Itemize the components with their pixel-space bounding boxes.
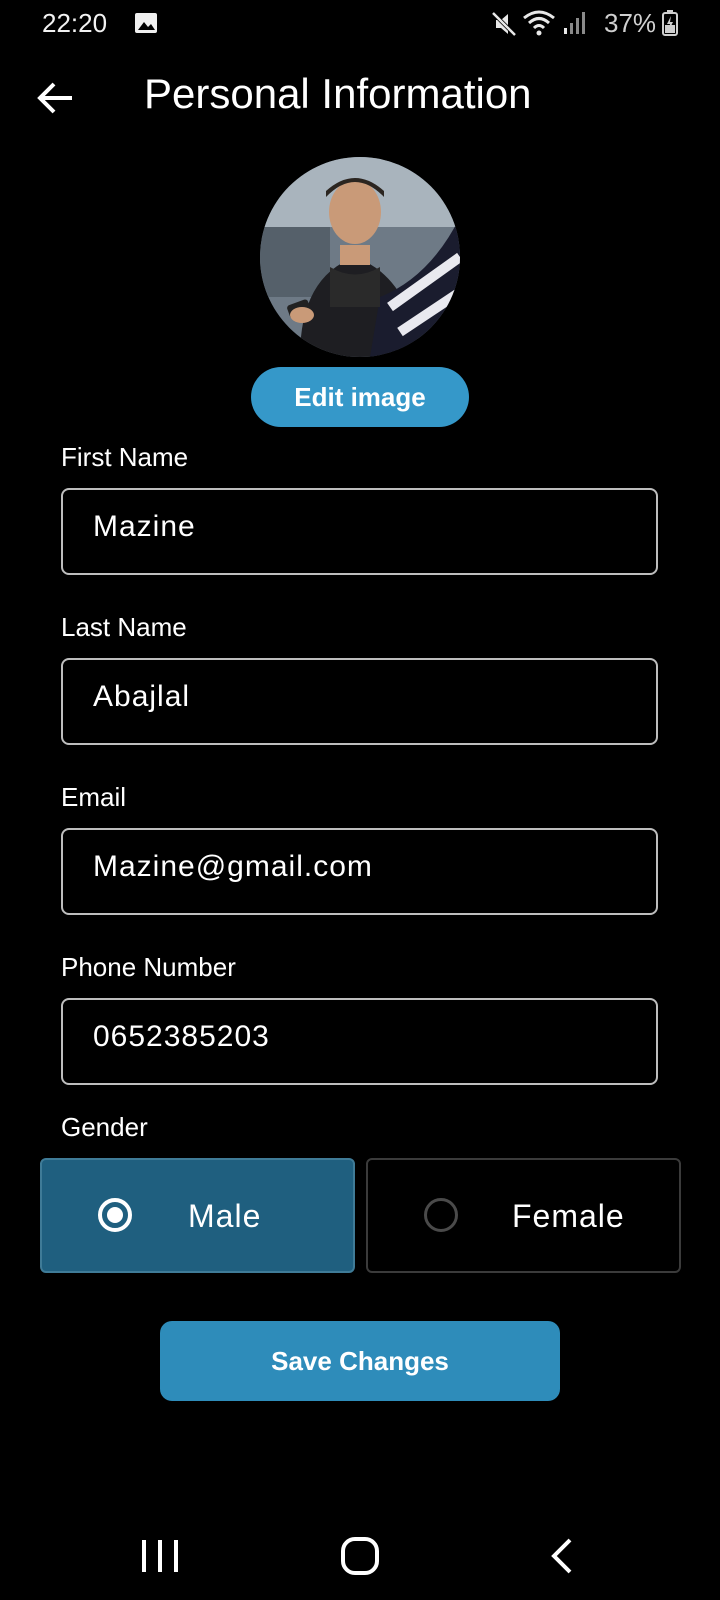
email-value: Mazine@gmail.com [93,849,373,883]
signal-icon [564,12,585,34]
phone-number-label: Phone Number [61,952,236,982]
first-name-field[interactable]: Mazine [61,488,658,575]
email-field[interactable]: Mazine@gmail.com [61,828,658,915]
gender-male-label: Male [188,1198,262,1234]
phone-number-value: 0652385203 [93,1019,270,1053]
recents-icon[interactable] [138,1536,182,1576]
mute-icon [491,11,517,37]
last-name-value: Abajlal [93,679,191,713]
battery-percentage: 37% [604,8,657,38]
gallery-icon [135,13,157,33]
navigation-bar [0,1520,720,1600]
first-name-label: First Name [61,442,189,472]
radio-selected-icon [98,1198,132,1232]
phone-number-field[interactable]: 0652385203 [61,998,658,1085]
radio-unselected-icon [424,1198,458,1232]
wifi-icon [523,10,555,36]
status-time: 22:20 [42,8,108,38]
avatar-photo [260,157,460,357]
battery-icon [662,10,678,36]
last-name-field[interactable]: Abajlal [61,658,658,745]
back-icon[interactable] [546,1534,576,1578]
gender-label: Gender [61,1112,148,1142]
last-name-label: Last Name [61,612,187,642]
edit-image-button[interactable]: Edit image [251,367,469,427]
save-changes-button[interactable]: Save Changes [160,1321,560,1401]
gender-female-label: Female [512,1198,625,1234]
status-bar: 22:20 37% [0,0,720,48]
avatar [260,157,460,357]
gender-option-female[interactable]: Female [366,1158,681,1273]
page-title: Personal Information [144,70,532,117]
gender-option-male[interactable]: Male [40,1158,355,1273]
first-name-value: Mazine [93,509,196,543]
home-icon[interactable] [338,1534,382,1578]
email-label: Email [61,782,127,812]
arrow-left-icon[interactable] [34,76,78,120]
